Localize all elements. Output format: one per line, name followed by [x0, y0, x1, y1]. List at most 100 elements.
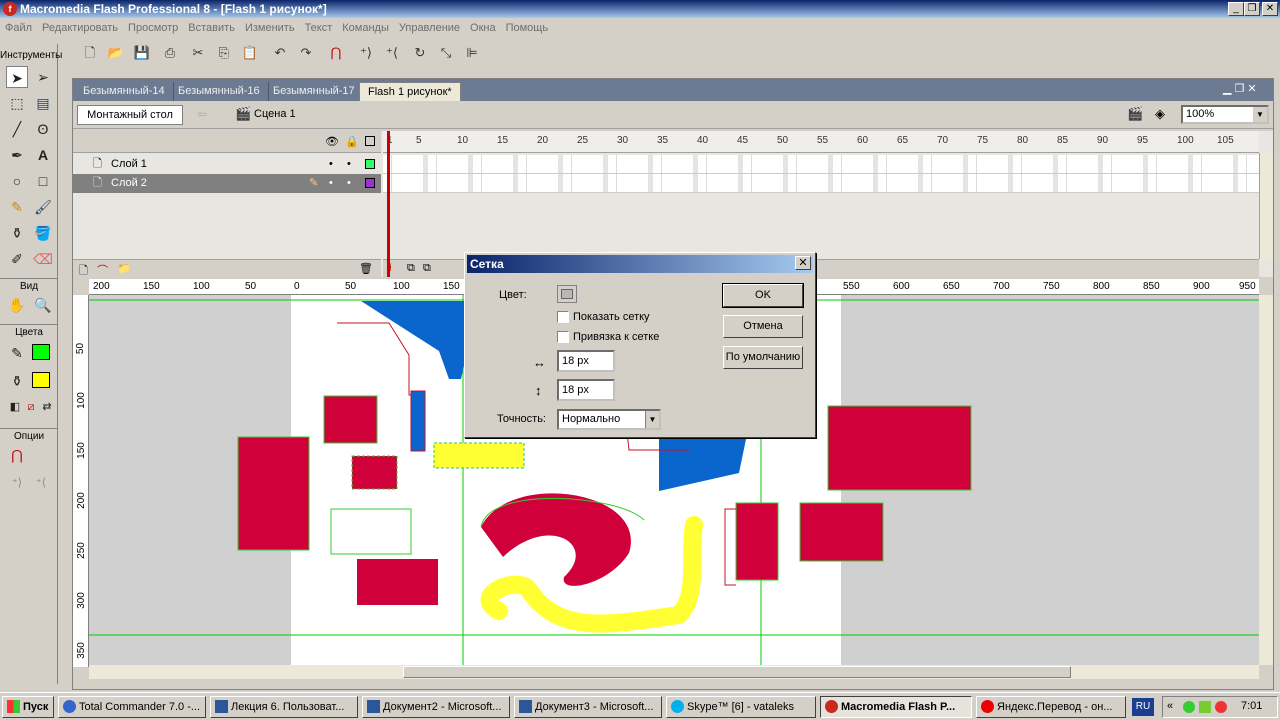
frame-row-1[interactable] [383, 155, 1259, 174]
brush-tool-icon[interactable]: 🖌 [32, 196, 54, 218]
save-icon[interactable]: 💾 [132, 43, 152, 63]
close-button[interactable]: ✕ [1262, 2, 1278, 16]
accuracy-select[interactable]: Нормально ▼ [557, 409, 661, 430]
paste-icon[interactable]: 📋 [240, 43, 260, 63]
zoom-tool-icon[interactable]: 🔍 [32, 294, 54, 316]
layer-lock-dot[interactable]: • [347, 174, 351, 193]
print-icon[interactable]: ⎙ [160, 43, 180, 63]
task-document2[interactable]: Документ2 - Microsoft... [362, 696, 510, 718]
layer-visible-dot[interactable]: • [329, 155, 333, 174]
trash-icon[interactable]: 🗑 [359, 262, 373, 275]
tray-antivirus-icon[interactable] [1215, 701, 1227, 713]
tray-skype-icon[interactable] [1183, 701, 1195, 713]
add-folder-icon[interactable]: 📁 [117, 262, 131, 275]
stroke-color-swatch[interactable] [32, 344, 50, 360]
layer-lock-dot[interactable]: • [347, 155, 351, 174]
smooth-option-icon[interactable]: ⁺⟩ [6, 472, 28, 494]
menu-edit[interactable]: Редактировать [37, 18, 123, 38]
menu-text[interactable]: Текст [300, 18, 338, 38]
tab-document-16[interactable]: Безымянный-16 [170, 82, 269, 101]
task-skype[interactable]: Skype™ [6] - vataleks [666, 696, 816, 718]
show-grid-checkbox[interactable] [557, 311, 569, 323]
lasso-icon[interactable]: ʘ [32, 118, 54, 140]
zoom-select[interactable]: 100% ▼ [1181, 105, 1269, 124]
straighten-icon[interactable]: ⁺⟨ [382, 43, 402, 63]
menu-view[interactable]: Просмотр [123, 18, 183, 38]
grid-width-input[interactable]: 18 px [557, 350, 615, 372]
snap-magnet-icon[interactable]: ⋂ [326, 43, 346, 63]
cut-icon[interactable]: ✂ [188, 43, 208, 63]
rectangle-tool-icon[interactable]: □ [32, 170, 54, 192]
minimize-button[interactable]: _ [1228, 2, 1244, 16]
snap-to-objects-icon[interactable]: ⋂ [6, 444, 28, 466]
open-folder-icon[interactable]: 📂 [106, 43, 126, 63]
free-transform-icon[interactable]: ⬚ [6, 92, 28, 114]
grid-color-picker[interactable] [557, 285, 577, 303]
ok-button[interactable]: OK [722, 283, 804, 308]
align-icon[interactable]: ⊫ [462, 43, 482, 63]
outline-icon[interactable] [365, 136, 375, 146]
tray-download-icon[interactable] [1199, 701, 1211, 713]
onion-skin-icon[interactable]: ⧉ [407, 262, 415, 275]
dialog-close-button[interactable]: ✕ [795, 256, 811, 270]
task-lecture-doc[interactable]: Лекция 6. Пользоват... [210, 696, 358, 718]
menu-commands[interactable]: Команды [337, 18, 394, 38]
straighten-option-icon[interactable]: ⁺⟨ [30, 472, 52, 494]
pen-tool-icon[interactable]: ✒ [6, 144, 28, 166]
rotate-icon[interactable]: ↻ [410, 43, 430, 63]
undo-icon[interactable]: ↶ [270, 43, 290, 63]
tray-expand-icon[interactable]: « [1167, 700, 1173, 712]
stage-button[interactable]: Монтажный стол [77, 105, 183, 125]
menu-modify[interactable]: Изменить [240, 18, 300, 38]
paint-bucket-icon[interactable]: 🪣 [32, 222, 54, 244]
scale-icon[interactable]: ⤡ [436, 43, 456, 63]
task-total-commander[interactable]: Total Commander 7.0 -... [58, 696, 206, 718]
playhead[interactable] [387, 131, 390, 277]
back-arrow-icon[interactable]: ⇦ [197, 107, 207, 121]
tab-flash-1[interactable]: Flash 1 рисунок* [359, 82, 461, 101]
stage-hscroll[interactable] [89, 665, 1259, 679]
add-guide-icon[interactable]: ⌒ [97, 262, 108, 278]
fill-color-swatch[interactable] [32, 372, 50, 388]
cancel-button[interactable]: Отмена [723, 315, 803, 338]
lock-icon[interactable]: 🔒 [345, 135, 359, 148]
menu-help[interactable]: Помощь [501, 18, 554, 38]
start-button[interactable]: Пуск [2, 696, 54, 718]
smooth-icon[interactable]: ⁺⟩ [356, 43, 376, 63]
menu-insert[interactable]: Вставить [183, 18, 240, 38]
layer-row-1[interactable]: 🗋 Слой 1 • • [73, 155, 381, 174]
edit-scene-icon[interactable]: 🎬 [1127, 106, 1143, 122]
new-file-icon[interactable]: 🗋 [80, 43, 100, 63]
chevron-down-icon[interactable]: ▼ [645, 411, 659, 428]
copy-icon[interactable]: ⎘ [214, 43, 234, 63]
menu-window[interactable]: Окна [465, 18, 501, 38]
menu-file[interactable]: Файл [0, 18, 37, 38]
grid-height-input[interactable]: 18 px [557, 379, 615, 401]
layer-color-swatch[interactable] [365, 178, 375, 188]
task-yandex-translate[interactable]: Яндекс.Перевод - он... [976, 696, 1126, 718]
ink-bottle-icon[interactable]: ⚱ [6, 222, 28, 244]
line-tool-icon[interactable]: ╱ [6, 118, 28, 140]
chevron-down-icon[interactable]: ▼ [1253, 107, 1267, 122]
layer-visible-dot[interactable]: • [329, 174, 333, 193]
text-tool-icon[interactable]: A [32, 144, 54, 166]
oval-tool-icon[interactable]: ○ [6, 170, 28, 192]
redo-icon[interactable]: ↷ [296, 43, 316, 63]
pencil-tool-icon[interactable]: ✎ [6, 196, 28, 218]
eyedropper-icon[interactable]: ✐ [6, 248, 28, 270]
menu-control[interactable]: Управление [394, 18, 465, 38]
task-document3[interactable]: Документ3 - Microsoft... [514, 696, 662, 718]
hand-tool-icon[interactable]: ✋ [6, 294, 28, 316]
eraser-icon[interactable]: ⌫ [32, 248, 54, 270]
fill-transform-icon[interactable]: ▤ [32, 92, 54, 114]
selection-arrow-icon[interactable]: ➤ [6, 66, 28, 88]
swap-colors-icon[interactable]: ⇄ [36, 396, 58, 418]
task-flash[interactable]: Macromedia Flash P... [820, 696, 972, 718]
frame-row-2[interactable] [383, 174, 1259, 193]
tab-document-17[interactable]: Безымянный-17 [265, 82, 364, 101]
eye-icon[interactable]: 👁 [325, 135, 339, 148]
default-button[interactable]: По умолчанию [723, 346, 803, 369]
hscroll-thumb[interactable] [403, 666, 1071, 678]
subselect-arrow-icon[interactable]: ➢ [32, 66, 54, 88]
language-indicator[interactable]: RU [1132, 698, 1154, 716]
